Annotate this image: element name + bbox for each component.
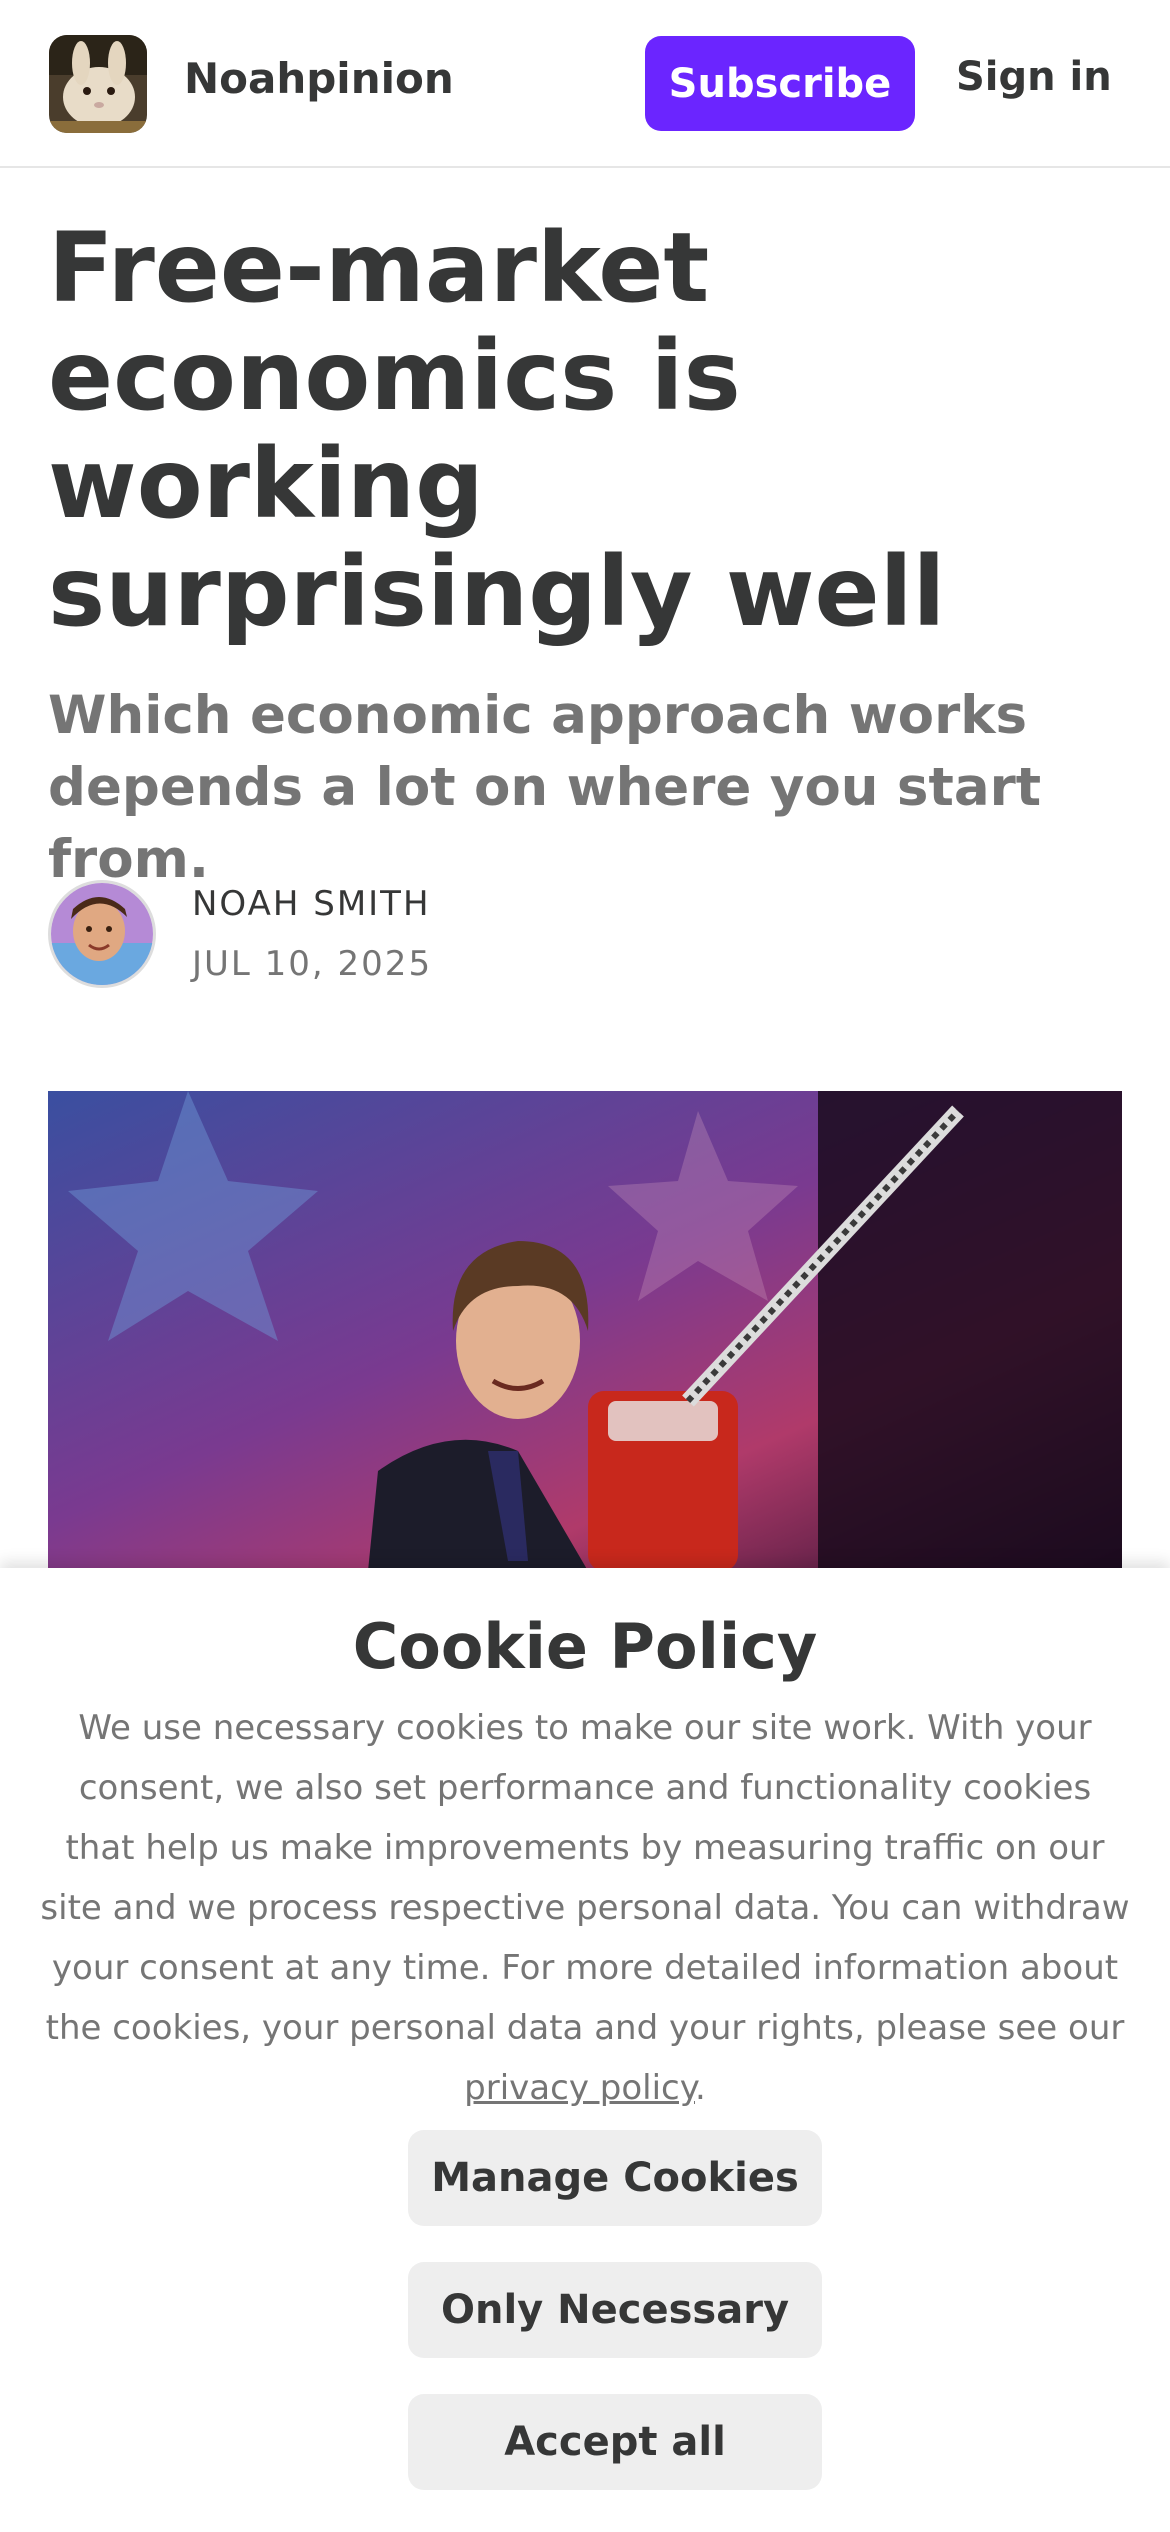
cookie-banner: Cookie Policy We use necessary cookies t… <box>0 1568 1170 2532</box>
cookie-banner-body: We use necessary cookies to make our sit… <box>40 1708 1130 2048</box>
subscribe-button[interactable]: Subscribe <box>645 36 915 131</box>
manage-cookies-button[interactable]: Manage Cookies <box>408 2130 822 2226</box>
author-avatar[interactable] <box>48 880 156 988</box>
hero-image <box>48 1091 1122 1571</box>
cookie-banner-title: Cookie Policy <box>352 1610 818 1683</box>
cookie-banner-link-suffix: . <box>695 2068 706 2108</box>
publication-logo[interactable] <box>49 35 147 133</box>
sign-in-link[interactable]: Sign in <box>956 54 1112 100</box>
cookie-banner-text: We use necessary cookies to make our sit… <box>40 1698 1130 2118</box>
privacy-policy-link[interactable]: privacy policy <box>464 2068 695 2108</box>
only-necessary-button[interactable]: Only Necessary <box>408 2262 822 2358</box>
author-name[interactable]: NOAH SMITH <box>192 884 431 924</box>
hero-illustration <box>48 1091 1122 1571</box>
accept-all-button[interactable]: Accept all <box>408 2394 822 2490</box>
page: Noahpinion Subscribe Sign in Free-market… <box>0 0 1170 2532</box>
rabbit-logo-image <box>49 35 147 133</box>
site-header: Noahpinion Subscribe Sign in <box>0 0 1170 168</box>
publication-name[interactable]: Noahpinion <box>184 54 454 103</box>
post-subtitle: Which economic approach works depends a … <box>48 685 1042 890</box>
post-title: Free-market economics is working surpris… <box>48 212 946 648</box>
author-photo <box>51 883 153 985</box>
post-date: JUL 10, 2025 <box>192 944 433 984</box>
